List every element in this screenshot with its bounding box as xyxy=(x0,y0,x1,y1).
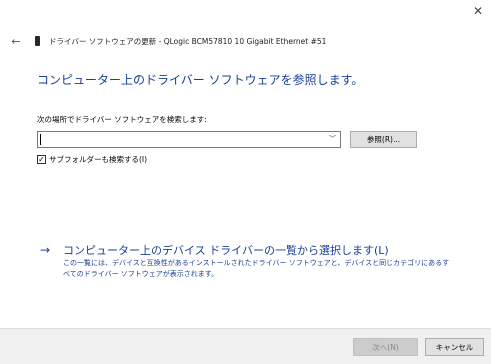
text-caret xyxy=(40,134,41,145)
back-arrow-icon: ← xyxy=(11,34,21,48)
include-subfolders-checkbox[interactable]: ✓ xyxy=(37,155,46,164)
pick-from-list-text[interactable]: コンピューター上のデバイス ドライバーの一覧から選択します(L) xyxy=(63,242,389,258)
browse-button[interactable]: 参照(R)... xyxy=(350,131,417,148)
driver-update-dialog: ✕ ← ドライバー ソフトウェアの更新 - QLogic BCM57810 10… xyxy=(0,0,491,364)
next-button[interactable]: 次へ(N) xyxy=(353,338,418,356)
chevron-down-icon[interactable]: ﹀ xyxy=(329,134,336,144)
dialog-footer: 次へ(N) キャンセル xyxy=(0,328,491,364)
network-adapter-icon xyxy=(35,36,40,46)
search-path-combobox[interactable]: ﹀ xyxy=(37,131,341,148)
page-heading: コンピューター上のドライバー ソフトウェアを参照します。 xyxy=(37,73,364,87)
search-location-label: 次の場所でドライバー ソフトウェアを検索します: xyxy=(37,115,207,124)
close-button[interactable]: ✕ xyxy=(465,0,491,22)
back-button[interactable]: ← xyxy=(9,34,23,48)
include-subfolders-option[interactable]: ✓ サブフォルダーも検索する(I) xyxy=(37,154,147,165)
checkmark-icon: ✓ xyxy=(38,154,45,164)
close-icon: ✕ xyxy=(472,4,484,18)
pick-from-list-link[interactable]: → コンピューター上のデバイス ドライバーの一覧から選択します(L) xyxy=(40,242,389,258)
window-title: ドライバー ソフトウェアの更新 - QLogic BCM57810 10 Gig… xyxy=(49,36,327,46)
include-subfolders-label[interactable]: サブフォルダーも検索する(I) xyxy=(49,154,147,165)
pick-from-list-description: この一覧には、デバイスと互換性があるインストールされたドライバー ソフトウェアと… xyxy=(63,259,450,278)
cancel-button[interactable]: キャンセル xyxy=(425,338,484,356)
title-bar: ← ドライバー ソフトウェアの更新 - QLogic BCM57810 10 G… xyxy=(9,33,326,49)
right-arrow-icon: → xyxy=(40,243,51,257)
